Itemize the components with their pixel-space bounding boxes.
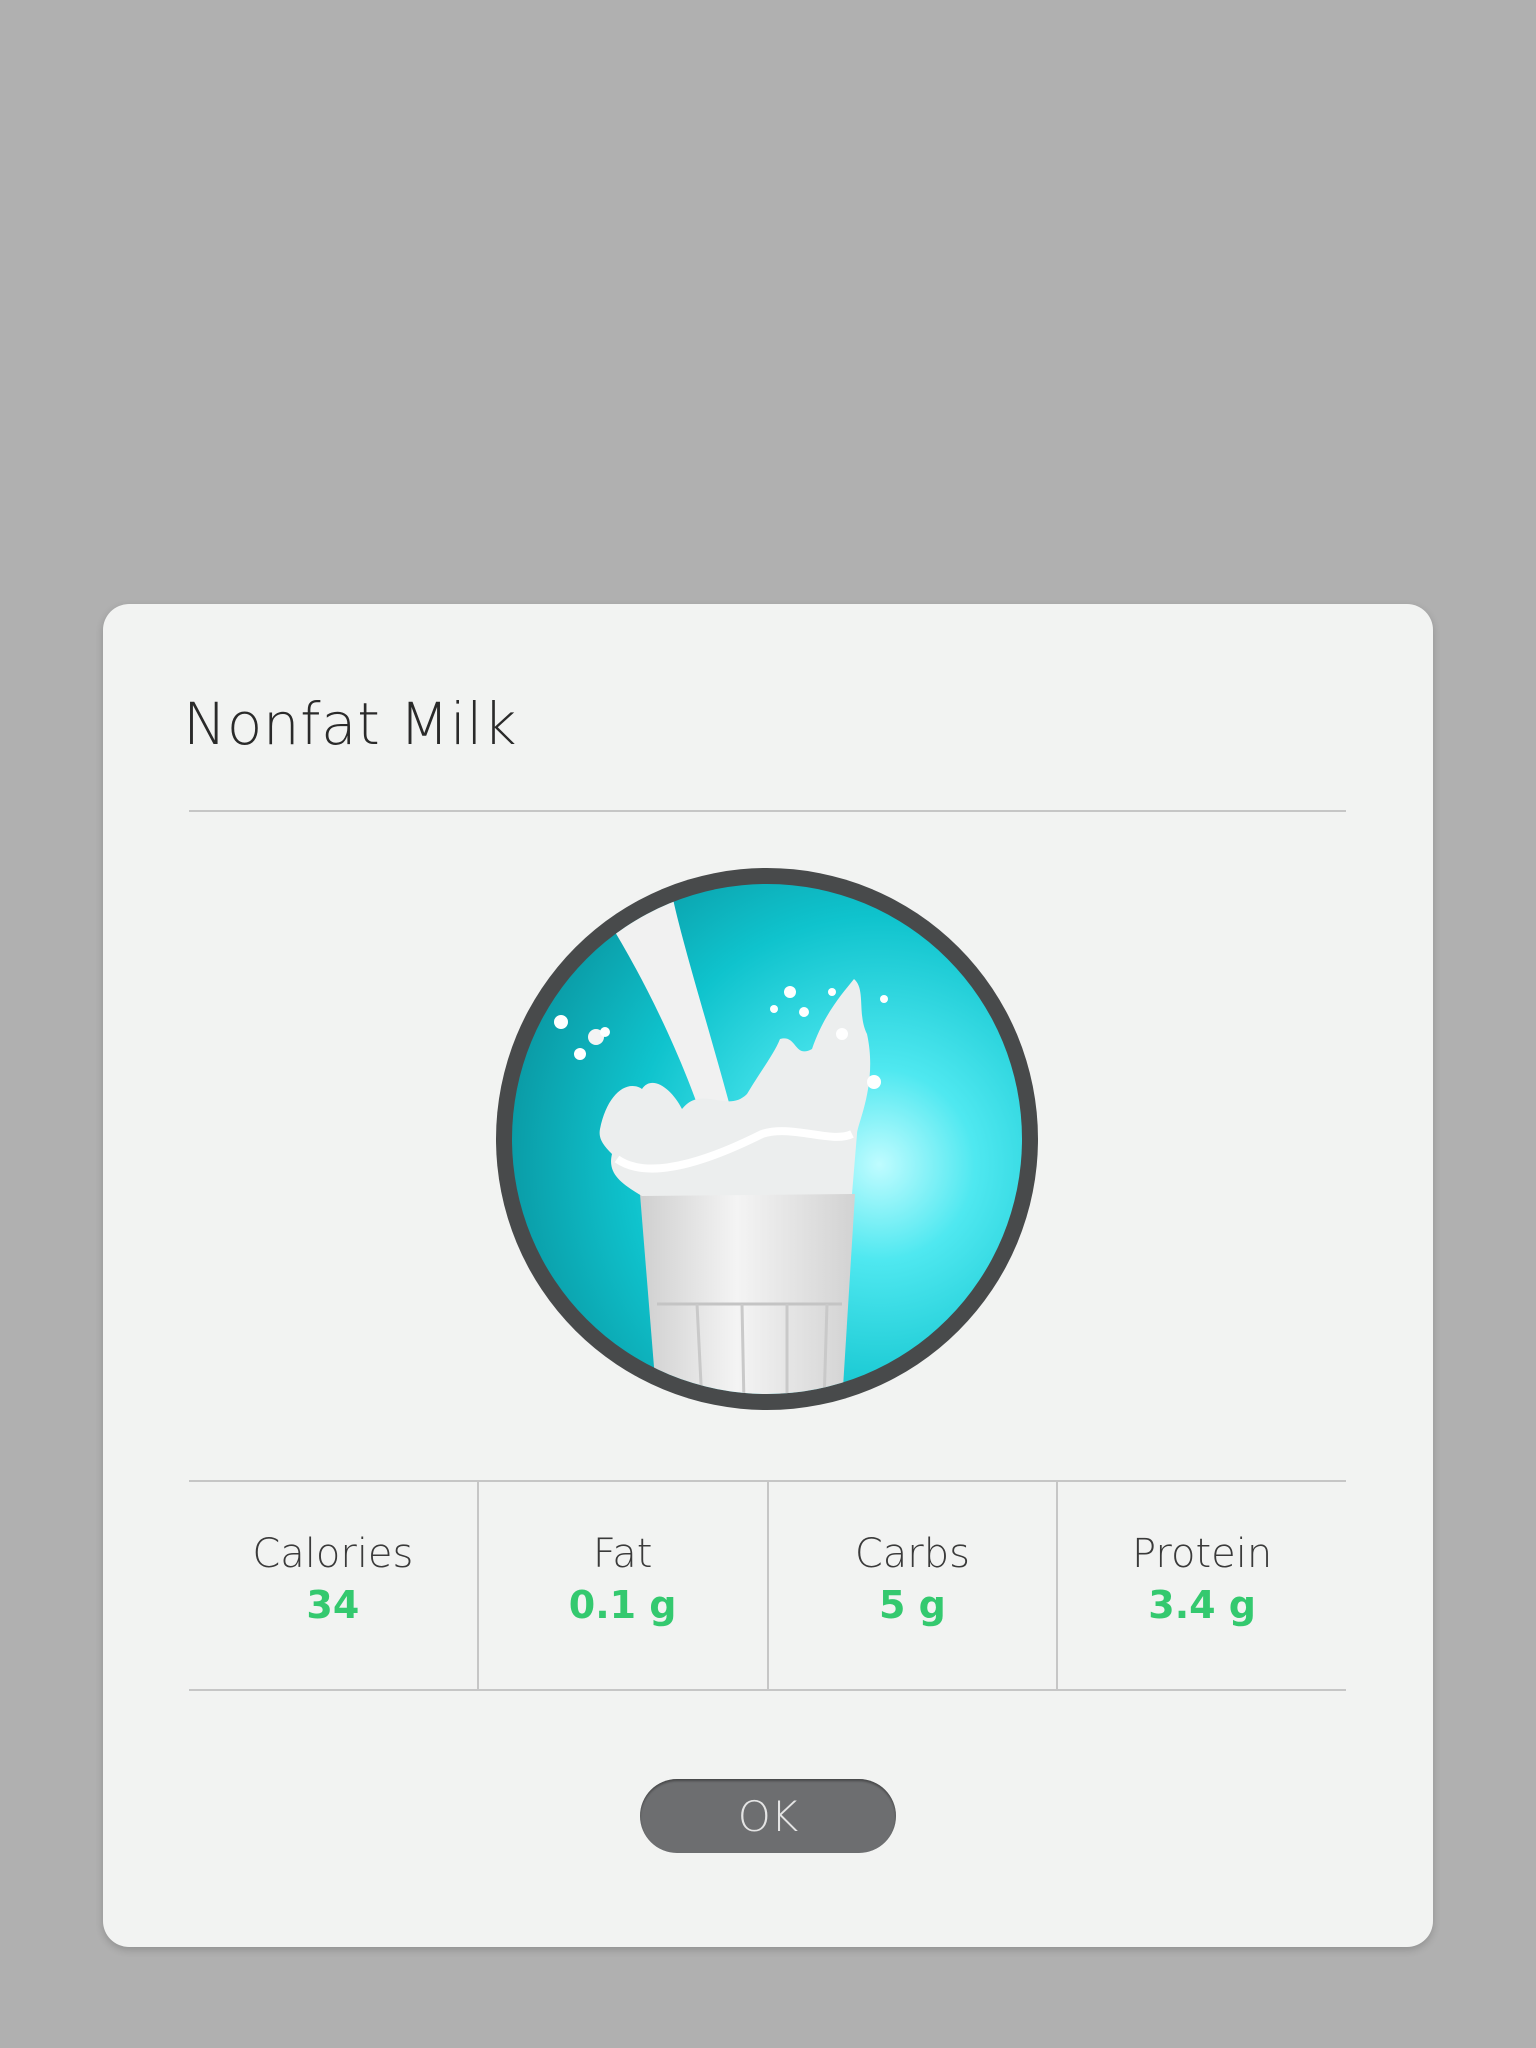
- stat-fat: Fat 0.1 g: [479, 1482, 769, 1689]
- stat-value: 5 g: [878, 1582, 946, 1627]
- stat-value: 34: [306, 1582, 360, 1627]
- dialog-title: Nonfat Milk: [183, 690, 518, 758]
- stat-calories: Calories 34: [189, 1482, 479, 1689]
- stat-label: Carbs: [854, 1530, 970, 1577]
- stat-label: Calories: [252, 1530, 414, 1577]
- stat-value: 3.4 g: [1148, 1582, 1256, 1627]
- stat-protein: Protein 3.4 g: [1058, 1482, 1346, 1689]
- ok-button[interactable]: OK: [640, 1779, 896, 1853]
- stat-carbs: Carbs 5 g: [769, 1482, 1059, 1689]
- nutrition-dialog: Nonfat Milk Calories 34 Fat 0.1 g Carbs …: [103, 604, 1433, 1947]
- title-divider: [189, 810, 1346, 812]
- food-image: [496, 868, 1038, 1410]
- nutrition-stats: Calories 34 Fat 0.1 g Carbs 5 g Protein …: [189, 1482, 1346, 1689]
- milk-glass-splash-image: [512, 884, 1022, 1394]
- stat-label: Fat: [592, 1530, 653, 1577]
- stat-value: 0.1 g: [568, 1582, 677, 1627]
- stats-bottom-divider: [189, 1689, 1346, 1691]
- stat-label: Protein: [1132, 1530, 1273, 1577]
